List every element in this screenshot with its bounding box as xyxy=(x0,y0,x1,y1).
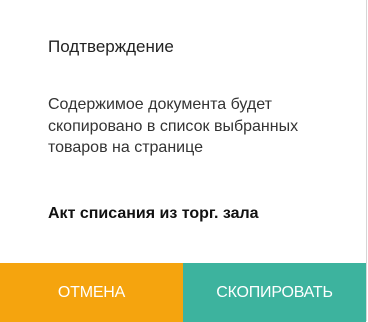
document-name: Акт списания из торг. зала xyxy=(48,205,259,222)
cancel-button[interactable]: ОТМЕНА xyxy=(0,263,183,322)
dialog-title: Подтверждение xyxy=(48,37,174,56)
copy-button[interactable]: СКОПИРОВАТЬ xyxy=(183,263,366,322)
dialog-message: Содержимое документа будет скопировано в… xyxy=(48,96,299,156)
dialog-button-bar: ОТМЕНА СКОПИРОВАТЬ xyxy=(0,263,366,322)
confirmation-dialog: Подтверждение Содержимое документа будет… xyxy=(0,0,367,322)
